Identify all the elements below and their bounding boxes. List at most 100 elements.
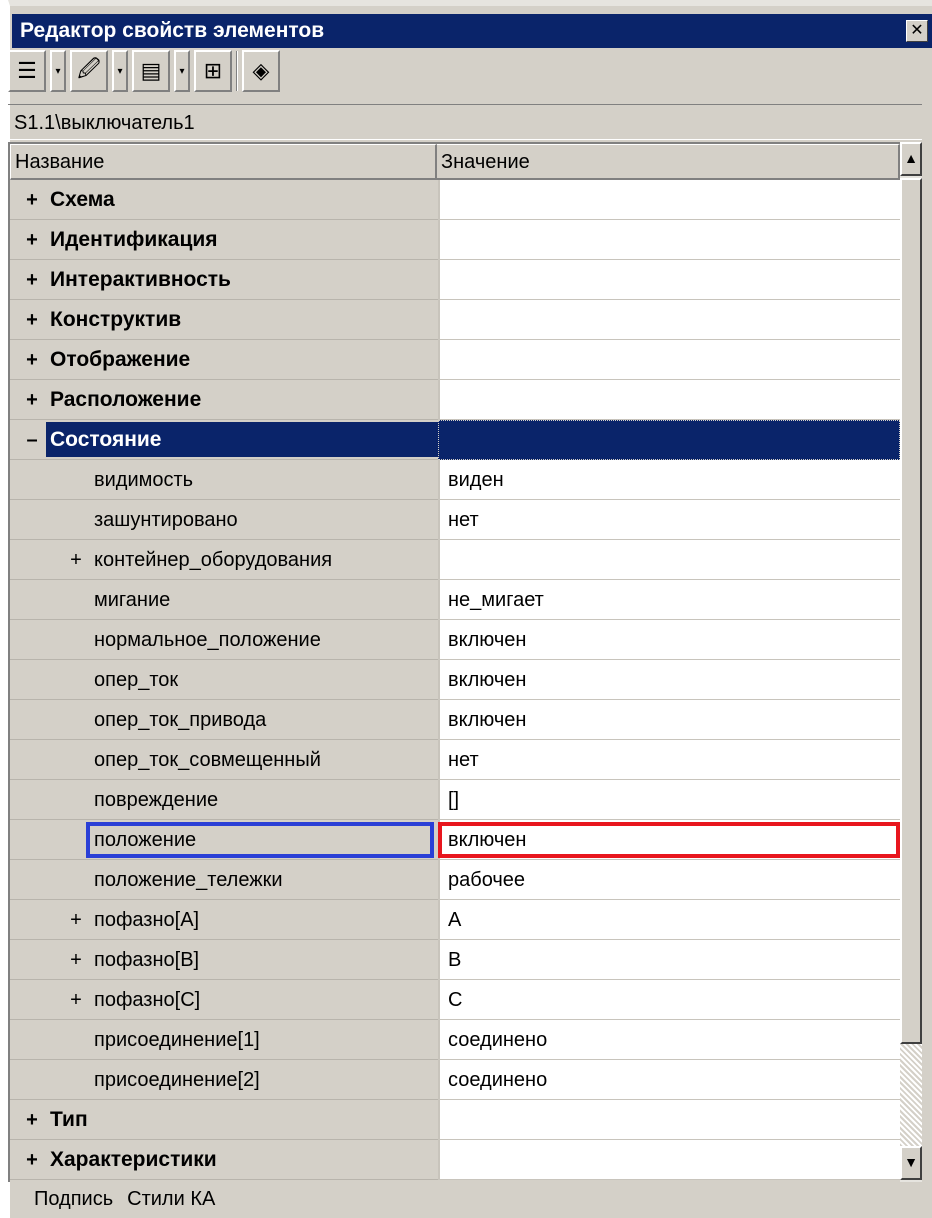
property-value-cell[interactable]: включен [438, 700, 900, 740]
property-name-cell[interactable]: + пофазно[A] [10, 900, 438, 940]
expand-icon[interactable]: + [24, 180, 40, 220]
category-row[interactable]: + Схема [10, 180, 900, 220]
tab-signature[interactable]: Подпись [34, 1184, 113, 1214]
property-value-cell[interactable]: C [438, 980, 900, 1020]
column-header-value[interactable]: Значение [437, 144, 900, 180]
property-name-cell[interactable]: + Конструктив [10, 300, 438, 340]
property-name-cell[interactable]: + пофазно[B] [10, 940, 438, 980]
property-value-cell[interactable] [438, 1140, 900, 1180]
property-name-cell[interactable]: + пофазно[C] [10, 980, 438, 1020]
property-name-cell[interactable]: положение_тележки [10, 860, 438, 900]
expand-icon[interactable]: + [24, 220, 40, 260]
expand-icon[interactable]: + [24, 1140, 40, 1180]
property-row[interactable]: + пофазно[A] A [10, 900, 900, 940]
help-book-button[interactable]: ◈ [242, 50, 280, 92]
property-value-cell[interactable] [438, 340, 900, 380]
property-name-cell[interactable]: опер_ток_совмещенный [10, 740, 438, 780]
title-bar[interactable]: Редактор свойств элементов ✕ [12, 14, 932, 48]
property-value-cell[interactable] [438, 220, 900, 260]
property-value-cell[interactable] [438, 1100, 900, 1140]
category-row[interactable]: + Расположение [10, 380, 900, 420]
property-name-cell[interactable]: + контейнер_оборудования [10, 540, 438, 580]
property-name-cell[interactable]: присоединение[2] [10, 1060, 438, 1100]
tree-add-button[interactable]: ⊞ [194, 50, 232, 92]
close-button[interactable]: ✕ [906, 20, 928, 42]
object-properties-button[interactable]: 🖉 [70, 50, 108, 92]
expand-icon[interactable]: + [24, 260, 40, 300]
property-row[interactable]: зашунтировано нет [10, 500, 900, 540]
property-value-cell[interactable]: B [438, 940, 900, 980]
property-value-cell[interactable]: A [438, 900, 900, 940]
property-value-cell[interactable]: нет [438, 740, 900, 780]
expand-icon[interactable]: + [24, 1100, 40, 1140]
property-value-cell[interactable] [438, 540, 900, 580]
property-row[interactable]: положение включен [10, 820, 900, 860]
category-row[interactable]: + Характеристики [10, 1140, 900, 1180]
property-value-cell[interactable]: включен [438, 620, 900, 660]
property-name-cell[interactable]: + Интерактивность [10, 260, 438, 300]
property-name-cell[interactable]: опер_ток [10, 660, 438, 700]
property-name-cell[interactable]: + Характеристики [10, 1140, 438, 1180]
property-row[interactable]: опер_ток включен [10, 660, 900, 700]
property-value-cell[interactable]: включен [438, 660, 900, 700]
property-name-cell[interactable]: + Идентификация [10, 220, 438, 260]
property-row[interactable]: видимость виден [10, 460, 900, 500]
property-row[interactable]: нормальное_положение включен [10, 620, 900, 660]
property-row[interactable]: опер_ток_привода включен [10, 700, 900, 740]
category-row[interactable]: + Идентификация [10, 220, 900, 260]
category-row[interactable]: + Тип [10, 1100, 900, 1140]
property-name-cell[interactable]: + Отображение [10, 340, 438, 380]
property-row[interactable]: присоединение[1] соединено [10, 1020, 900, 1060]
expand-icon[interactable]: + [24, 300, 40, 340]
scroll-up-button[interactable]: ▲ [900, 142, 922, 176]
scroll-track[interactable] [900, 1044, 922, 1146]
property-value-cell[interactable]: нет [438, 500, 900, 540]
property-value-cell[interactable] [438, 260, 900, 300]
expand-icon[interactable]: + [24, 340, 40, 380]
properties-list-button[interactable]: ☰ [8, 50, 46, 92]
property-value-cell[interactable]: соединено [438, 1060, 900, 1100]
property-value-cell[interactable]: соединено [438, 1020, 900, 1060]
property-name-cell[interactable]: + Схема [10, 180, 438, 220]
form-properties-button[interactable]: ▤ [132, 50, 170, 92]
property-name-cell[interactable]: + Тип [10, 1100, 438, 1140]
property-row[interactable]: + контейнер_оборудования [10, 540, 900, 580]
property-row[interactable]: положение_тележки рабочее [10, 860, 900, 900]
property-value-cell[interactable]: не_мигает [438, 580, 900, 620]
property-row[interactable]: мигание не_мигает [10, 580, 900, 620]
property-name-cell[interactable]: зашунтировано [10, 500, 438, 540]
property-value-cell[interactable] [438, 420, 900, 460]
property-value-cell[interactable]: рабочее [438, 860, 900, 900]
toolbar-dropdown-button[interactable]: ▾ [112, 50, 128, 92]
toolbar-dropdown-button[interactable]: ▾ [174, 50, 190, 92]
toolbar-dropdown-button[interactable]: ▾ [50, 50, 66, 92]
property-name-cell[interactable]: – Состояние [10, 420, 438, 460]
property-value-cell[interactable]: включен [438, 820, 900, 860]
category-row[interactable]: + Интерактивность [10, 260, 900, 300]
expand-icon[interactable]: + [24, 380, 40, 420]
expand-icon[interactable]: + [68, 980, 84, 1020]
category-row[interactable]: + Отображение [10, 340, 900, 380]
scroll-thumb[interactable] [900, 178, 922, 1044]
property-value-cell[interactable]: [] [438, 780, 900, 820]
property-name-cell[interactable]: видимость [10, 460, 438, 500]
collapse-icon[interactable]: – [24, 420, 40, 460]
property-name-cell[interactable]: + Расположение [10, 380, 438, 420]
property-name-cell[interactable]: мигание [10, 580, 438, 620]
category-row[interactable]: + Конструктив [10, 300, 900, 340]
property-row[interactable]: повреждение [] [10, 780, 900, 820]
property-row[interactable]: опер_ток_совмещенный нет [10, 740, 900, 780]
property-row[interactable]: + пофазно[C] C [10, 980, 900, 1020]
property-value-cell[interactable]: виден [438, 460, 900, 500]
column-header-name[interactable]: Название [10, 144, 438, 180]
expand-icon[interactable]: + [68, 540, 84, 580]
property-row[interactable]: присоединение[2] соединено [10, 1060, 900, 1100]
property-name-cell[interactable]: нормальное_положение [10, 620, 438, 660]
scroll-down-button[interactable]: ▼ [900, 1146, 922, 1180]
expand-icon[interactable]: + [68, 900, 84, 940]
expand-icon[interactable]: + [68, 940, 84, 980]
property-name-cell[interactable]: присоединение[1] [10, 1020, 438, 1060]
property-name-cell[interactable]: положение [10, 820, 438, 860]
property-value-cell[interactable] [438, 180, 900, 220]
property-row[interactable]: + пофазно[B] B [10, 940, 900, 980]
